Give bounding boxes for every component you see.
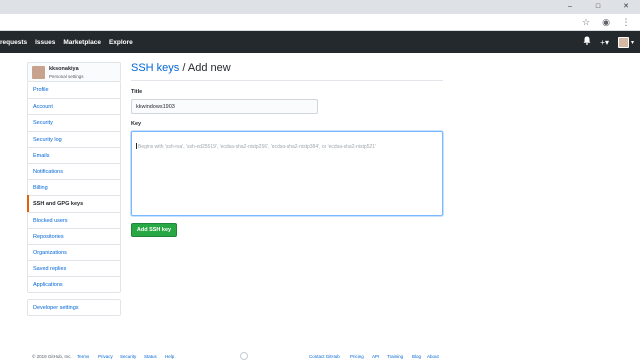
key-textarea[interactable]: Begins with 'ssh-rsa', 'ssh-ed25519', 'e… — [131, 131, 443, 216]
nav-explore[interactable]: Explore — [109, 39, 133, 46]
nav-pull-requests[interactable]: requests — [0, 39, 27, 46]
profile-header: kksonakiya Personal settings — [27, 62, 121, 82]
sidebar-item-ssh-and-gpg-keys[interactable]: SSH and GPG keys — [27, 195, 120, 212]
avatar-dropdown[interactable]: ▾ — [617, 37, 634, 49]
title-input[interactable] — [131, 99, 318, 114]
footer-link-training[interactable]: Training — [387, 354, 403, 359]
settings-menu: Profile Account Security Security log Emails… — [27, 82, 121, 294]
minimize-icon[interactable]: – — [556, 0, 584, 14]
footer-link-privacy[interactable]: Privacy — [98, 354, 113, 359]
profile-name[interactable]: kksonakiya — [49, 66, 79, 72]
developer-settings-link[interactable]: Developer settings — [27, 299, 121, 316]
text-caret — [136, 143, 137, 149]
browser-address-bar[interactable]: ☆ ◉ ⋮ — [0, 14, 640, 31]
sidebar-item-notifications[interactable]: Notifications — [28, 162, 120, 179]
sidebar-item-blocked-users[interactable]: Blocked users — [28, 211, 120, 228]
breadcrumb-current: / Add new — [179, 62, 231, 74]
footer-link-terms[interactable]: Terms — [77, 354, 89, 359]
sidebar-item-applications[interactable]: Applications — [28, 276, 120, 292]
nav-issues[interactable]: Issues — [35, 39, 55, 46]
site-header: requests Issues Marketplace Explore +▾ ▾ — [0, 31, 640, 53]
footer-link-contact[interactable]: Contact GitHub — [309, 354, 340, 359]
github-logo-icon[interactable] — [240, 352, 248, 360]
breadcrumb-ssh-keys[interactable]: SSH keys — [131, 62, 179, 74]
sidebar-item-security-log[interactable]: Security log — [28, 130, 120, 147]
avatar — [32, 66, 45, 79]
sidebar-item-profile[interactable]: Profile — [28, 82, 120, 98]
menu-icon[interactable]: ⋮ — [620, 16, 632, 28]
close-icon[interactable]: ✕ — [612, 0, 640, 14]
header-actions: +▾ ▾ — [583, 36, 634, 49]
footer-copyright: © 2019 GitHub, Inc. — [32, 354, 72, 359]
plus-dropdown-icon[interactable]: +▾ — [600, 37, 609, 49]
settings-sidebar: kksonakiya Personal settings Profile Acco… — [27, 62, 121, 294]
star-icon[interactable]: ☆ — [580, 16, 592, 28]
profile-subtitle: Personal settings — [49, 74, 84, 79]
sidebar-item-account[interactable]: Account — [28, 98, 120, 114]
title-divider — [131, 80, 443, 81]
sidebar-item-organizations[interactable]: Organizations — [28, 243, 120, 260]
footer-link-api[interactable]: API — [372, 354, 379, 359]
add-ssh-key-button[interactable]: Add SSH key — [131, 223, 177, 237]
footer-link-status[interactable]: Status — [144, 354, 157, 359]
extension-icon[interactable]: ◉ — [600, 16, 612, 28]
window-controls: – □ ✕ — [556, 0, 640, 14]
sidebar-item-security[interactable]: Security — [28, 114, 120, 130]
maximize-icon[interactable]: □ — [584, 0, 612, 14]
footer-link-pricing[interactable]: Pricing — [350, 354, 364, 359]
page-title: SSH keys / Add new — [131, 62, 443, 74]
site-footer: © 2019 GitHub, Inc. Terms Privacy Securi… — [27, 352, 443, 360]
header-nav: requests Issues Marketplace Explore — [0, 31, 133, 53]
footer-link-security[interactable]: Security — [120, 354, 136, 359]
nav-marketplace[interactable]: Marketplace — [63, 39, 101, 46]
browser-title-bar: – □ ✕ — [0, 0, 640, 14]
sidebar-item-billing[interactable]: Billing — [28, 179, 120, 195]
sidebar-item-repositories[interactable]: Repositories — [28, 227, 120, 244]
sidebar-item-saved-replies[interactable]: Saved replies — [28, 260, 120, 276]
footer-link-blog[interactable]: Blog — [412, 354, 421, 359]
key-label: Key — [131, 121, 142, 127]
bell-icon[interactable] — [583, 36, 591, 49]
main-content: SSH keys / Add new — [131, 62, 443, 74]
chevron-down-icon: ▾ — [630, 39, 634, 46]
avatar — [617, 37, 629, 48]
browser-toolbar-icons: ☆ ◉ ⋮ — [580, 16, 632, 28]
footer-link-help[interactable]: Help — [165, 354, 174, 359]
title-label: Title — [131, 89, 143, 95]
key-placeholder: Begins with 'ssh-rsa', 'ssh-ed25519', 'e… — [138, 144, 377, 150]
sidebar-item-emails[interactable]: Emails — [28, 146, 120, 163]
footer-link-about[interactable]: About — [427, 354, 439, 359]
